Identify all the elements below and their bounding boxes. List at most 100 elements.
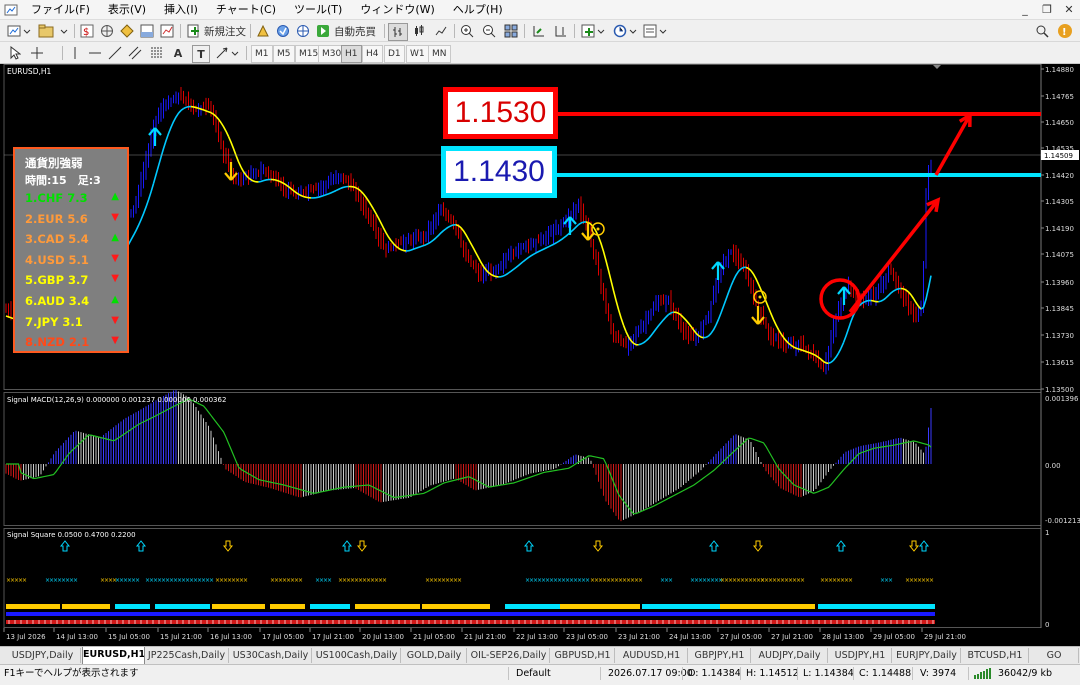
square-tick — [836, 620, 838, 624]
menu-view[interactable]: 表示(V) — [99, 0, 155, 20]
tab-gbpusd-h1[interactable]: GBPUSD,H1 — [551, 648, 615, 663]
status-help: F1キーでヘルプが表示されます — [4, 668, 139, 679]
new-order-button[interactable]: 新規注文 — [204, 23, 246, 39]
menu-help[interactable]: ヘルプ(H) — [444, 0, 512, 20]
tab-oil-sep26-daily[interactable]: OIL-SEP26,Daily — [468, 648, 550, 663]
tab-go[interactable]: GO — [1030, 648, 1079, 663]
square-tick — [578, 620, 580, 624]
period-h4[interactable]: H4 — [362, 45, 383, 63]
tab-btcusd-h1[interactable]: BTCUSD,H1 — [962, 648, 1029, 663]
menu-insert[interactable]: 挿入(I) — [155, 0, 207, 20]
tab-audusd-h1[interactable]: AUDUSD,H1 — [616, 648, 688, 663]
square-tick — [116, 620, 118, 624]
fibonacci-icon[interactable] — [148, 45, 166, 61]
market-icon[interactable] — [294, 23, 312, 39]
periods-clock-icon[interactable] — [612, 23, 638, 39]
text-tool-button[interactable]: A — [170, 45, 186, 61]
cursor-icon[interactable] — [6, 45, 24, 61]
square-tick — [26, 620, 28, 624]
text-label-button[interactable]: T — [192, 45, 210, 63]
zoom-out-icon[interactable] — [480, 23, 498, 39]
square-tick — [32, 620, 34, 624]
square-tick — [104, 620, 106, 624]
menu-bar: ファイル(F) 表示(V) 挿入(I) チャート(C) ツール(T) ウィンドウ… — [0, 0, 1080, 20]
channel-icon[interactable] — [126, 45, 144, 61]
restore-button[interactable]: ❐ — [1036, 2, 1058, 18]
market-watch-icon[interactable]: $ — [78, 23, 96, 39]
square-tick — [224, 620, 226, 624]
target-arrow-lower — [848, 198, 940, 314]
standard-toolbar: $ 新規注文 自動売買 ! — [0, 20, 1080, 42]
square-tick — [848, 620, 850, 624]
auto-scroll-icon[interactable] — [530, 23, 548, 39]
menu-file[interactable]: ファイル(F) — [22, 0, 99, 20]
up-arrow-icon: ▲ — [111, 294, 119, 305]
navigator-icon[interactable] — [118, 23, 136, 39]
tab-eurjpy-daily[interactable]: EURJPY,Daily — [893, 648, 961, 663]
square-up-arrow-icon — [135, 540, 147, 552]
square-down-arrow-icon — [752, 540, 764, 552]
square-tick — [230, 620, 232, 624]
highlight-circle — [819, 278, 861, 320]
auto-trade-button[interactable]: 自動売買 — [334, 23, 380, 39]
profiles-icon[interactable] — [36, 23, 56, 39]
square-signal-bar — [6, 612, 935, 616]
square-tick — [620, 620, 622, 624]
chart-window-icon[interactable] — [0, 0, 22, 20]
strategy-tester-icon[interactable] — [158, 23, 176, 39]
search-icon[interactable] — [1034, 23, 1050, 39]
minimize-button[interactable]: _ — [1014, 2, 1036, 18]
close-button[interactable]: ✕ — [1058, 2, 1080, 18]
profiles-dropdown-icon[interactable] — [58, 23, 70, 39]
period-d1[interactable]: D1 — [384, 45, 405, 63]
tab-jp225cash-daily[interactable]: JP225Cash,Daily — [145, 648, 229, 663]
tab-usdjpy-daily[interactable]: USDJPY,Daily — [5, 648, 81, 663]
signals-icon[interactable] — [274, 23, 292, 39]
tile-windows-icon[interactable] — [502, 23, 520, 39]
tab-eurusd-h1[interactable]: EURUSD,H1 — [82, 647, 145, 665]
menu-window[interactable]: ウィンドウ(W) — [351, 0, 443, 20]
price-axis-label: 1.14420 — [1045, 172, 1074, 180]
tab-gbpjpy-h1[interactable]: GBPJPY,H1 — [689, 648, 751, 663]
tab-us30cash-daily[interactable]: US30Cash,Daily — [230, 648, 312, 663]
period-w1[interactable]: W1 — [406, 45, 429, 63]
new-order-icon[interactable] — [184, 23, 202, 39]
status-profile[interactable]: Default — [516, 665, 551, 682]
period-m5[interactable]: M5 — [273, 45, 295, 63]
square-signal-bar — [720, 604, 815, 609]
tab-gold-daily[interactable]: GOLD,Daily — [402, 648, 467, 663]
menu-tools[interactable]: ツール(T) — [285, 0, 351, 20]
period-h1[interactable]: H1 — [341, 45, 362, 63]
vertical-line-icon[interactable] — [66, 45, 84, 61]
menu-chart[interactable]: チャート(C) — [207, 0, 285, 20]
notifications-icon[interactable]: ! — [1056, 23, 1074, 39]
chart-shift-icon[interactable] — [552, 23, 570, 39]
tab-usdjpy-h1[interactable]: USDJPY,H1 — [829, 648, 892, 663]
square-tick — [512, 620, 514, 624]
terminal-icon[interactable] — [138, 23, 156, 39]
metaeditor-icon[interactable] — [254, 23, 272, 39]
period-mn[interactable]: MN — [428, 45, 451, 63]
auto-trade-icon[interactable] — [314, 23, 332, 39]
crosshair-icon[interactable] — [28, 45, 46, 61]
square-tick — [842, 620, 844, 624]
tab-us100cash-daily[interactable]: US100Cash,Daily — [313, 648, 401, 663]
square-up-arrow-icon — [918, 540, 930, 552]
candlestick-icon[interactable] — [410, 23, 428, 39]
square-tick — [860, 620, 862, 624]
horizontal-line-icon[interactable] — [86, 45, 104, 61]
square-tick — [272, 620, 274, 624]
tab-audjpy-daily[interactable]: AUDJPY,Daily — [752, 648, 828, 663]
arrows-icon[interactable] — [214, 45, 240, 61]
strength-row-label: 1.CHF 7.3 — [25, 191, 88, 205]
bar-chart-icon[interactable] — [388, 23, 408, 41]
indicators-icon[interactable] — [580, 23, 606, 39]
data-window-icon[interactable] — [98, 23, 116, 39]
trendline-icon[interactable] — [106, 45, 124, 61]
zoom-in-icon[interactable] — [458, 23, 476, 39]
new-chart-button[interactable] — [6, 23, 32, 39]
line-chart-icon[interactable] — [432, 23, 450, 39]
templates-icon[interactable] — [642, 23, 668, 39]
chart-window[interactable]: × × × × × × × × × × × × × × × × × × × × × × × × × × × × × × × × × × × × × × × ×… — [0, 64, 1080, 646]
period-m1[interactable]: M1 — [251, 45, 273, 63]
